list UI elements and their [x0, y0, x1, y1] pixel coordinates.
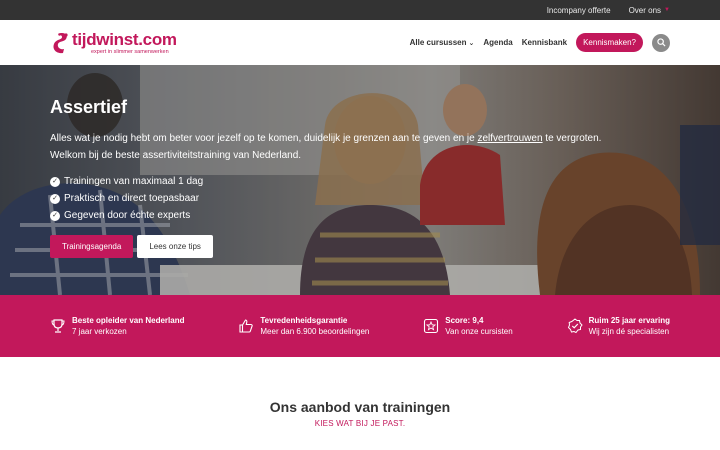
check-icon: ✓: [50, 193, 60, 204]
nav-alle-cursussen-label: Alle cursussen: [409, 38, 467, 47]
chevron-down-icon: ⌄: [468, 39, 475, 47]
checklist-item: ✓ Trainingen van maximaal 1 dag: [50, 173, 680, 190]
site-logo[interactable]: tijdwinst.com expert in slimmer samenwer…: [50, 29, 177, 55]
trophy-icon: [51, 319, 65, 333]
hero-intro: Alles wat je nodig hebt om beter voor je…: [50, 130, 680, 164]
hero-buttons: Trainingsagenda Lees onze tips: [50, 235, 680, 258]
badge-check-icon: [567, 318, 583, 334]
checklist-item-label: Gegeven door échte experts: [64, 210, 191, 221]
hero-checklist: ✓ Trainingen van maximaal 1 dag ✓ Praktisc…: [50, 173, 680, 224]
incompany-offerte-link[interactable]: Incompany offerte: [547, 6, 611, 15]
search-button[interactable]: [652, 33, 670, 52]
usp-item-score: Score: 9,4 Van onze cursisten: [423, 315, 513, 337]
hero-content: Assertief Alles wat je nodig hebt om bet…: [50, 97, 680, 258]
usp-title: Ruim 25 jaar ervaring: [588, 316, 670, 325]
top-utility-bar: Incompany offerte Over ons ▼: [0, 0, 720, 20]
check-icon: ✓: [50, 210, 60, 221]
offer-section: Ons aanbod van trainingen KIES WAT BIJ J…: [0, 357, 720, 450]
thumbs-up-icon: [239, 319, 254, 333]
nav-kennisbank[interactable]: Kennisbank: [522, 38, 567, 47]
hero-title: Assertief: [50, 97, 128, 117]
offer-subtitle: KIES WAT BIJ JE PAST.: [314, 419, 406, 428]
nav-agenda[interactable]: Agenda: [483, 38, 512, 47]
usp-sub: Wij zijn dé specialisten: [588, 327, 670, 336]
main-nav: Alle cursussen ⌄ Agenda Kennisbank Kennis…: [410, 33, 670, 52]
checklist-item-label: Praktisch en direct toepasbaar: [64, 193, 200, 204]
over-ons-label: Over ons: [628, 5, 662, 15]
usp-item-ervaring: Ruim 25 jaar ervaring Wij zijn dé specia…: [567, 315, 670, 337]
site-header: tijdwinst.com expert in slimmer samenwer…: [0, 20, 720, 65]
usp-sub: Meer dan 6.900 beoordelingen: [260, 327, 370, 336]
usp-title: Tevredenheidsgarantie: [260, 316, 348, 325]
hero-intro-text: Alles wat je nodig hebt om beter voor je…: [50, 133, 478, 144]
trainingsagenda-button[interactable]: Trainingsagenda: [50, 235, 134, 258]
nav-agenda-label: Agenda: [483, 38, 513, 47]
incompany-offerte-label: Incompany offerte: [546, 5, 611, 15]
usp-sub: 7 jaar verkozen: [72, 327, 127, 336]
logo-name: tijdwinst.com: [72, 29, 177, 49]
logo-mark-icon: [53, 32, 68, 53]
star-icon: [424, 318, 439, 334]
over-ons-link[interactable]: Over ons ▼: [629, 6, 670, 15]
nav-kennisbank-label: Kennisbank: [521, 38, 568, 47]
check-icon: ✓: [50, 176, 60, 187]
chevron-down-icon: ▼: [664, 7, 670, 13]
usp-sub: Van onze cursisten: [445, 327, 513, 336]
nav-alle-cursussen[interactable]: Alle cursussen ⌄: [410, 38, 475, 47]
lees-onze-tips-button[interactable]: Lees onze tips: [137, 235, 213, 258]
hero-section: Assertief Alles wat je nodig hebt om bet…: [0, 65, 720, 295]
usp-item-best-opleider: Beste opleider van Nederland 7 jaar verk…: [50, 315, 184, 337]
usp-item-garantie: Tevredenheidsgarantie Meer dan 6.900 beo…: [238, 315, 369, 337]
kennismaken-button[interactable]: Kennismaken?: [576, 33, 643, 52]
logo-tagline: expert in slimmer samenwerken: [91, 48, 169, 55]
search-icon: [656, 38, 666, 47]
checklist-item-label: Trainingen van maximaal 1 dag: [64, 176, 204, 187]
usp-title: Beste opleider van Nederland: [72, 316, 185, 325]
checklist-item: ✓ Praktisch en direct toepasbaar: [50, 190, 680, 207]
usp-title: Score: 9,4: [445, 316, 484, 325]
hero-intro-end: te vergroten.: [542, 133, 602, 144]
offer-title: Ons aanbod van trainingen: [269, 399, 451, 415]
usp-strip: Beste opleider van Nederland 7 jaar verk…: [0, 295, 720, 357]
zelfvertrouwen-link[interactable]: zelfvertrouwen: [478, 133, 543, 144]
checklist-item: ✓ Gegeven door échte experts: [50, 207, 680, 224]
hero-intro-line2: Welkom bij de beste assertiviteitstraini…: [50, 150, 302, 161]
